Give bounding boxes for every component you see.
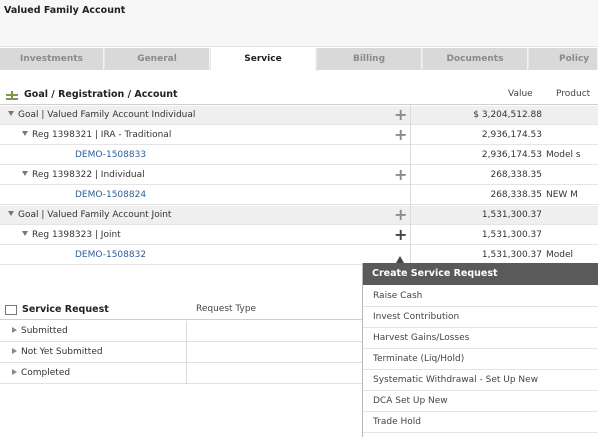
group-label: Completed (12, 368, 70, 378)
menu-item-dca-set-up[interactable]: DCA Set Up New (363, 391, 598, 412)
tab-investments[interactable]: Investments (0, 48, 104, 70)
window-title: Valued Family Account (4, 5, 126, 16)
expand-arrow-icon[interactable] (12, 327, 17, 333)
row-value: 1,531,300.37 (481, 250, 542, 260)
menu-item-raise-cash[interactable]: Raise Cash (363, 286, 598, 307)
value-column-header[interactable]: Value (508, 89, 533, 99)
service-request-group[interactable]: Completed (0, 363, 362, 384)
service-request-title: Service Request (22, 304, 109, 315)
account-row[interactable]: DEMO-1508833 2,936,174.53 Model s (0, 146, 598, 165)
account-link[interactable]: DEMO-1508832 (75, 250, 146, 260)
account-link[interactable]: DEMO-1508824 (75, 190, 146, 200)
row-product: Model (546, 250, 574, 260)
window-titlebar: Valued Family Account (0, 0, 598, 47)
service-request-icon (5, 305, 17, 315)
hierarchy-icon (6, 91, 18, 100)
add-plus-icon[interactable]: + (394, 227, 407, 243)
expand-triangle-icon[interactable] (22, 231, 28, 236)
expand-triangle-icon[interactable] (22, 131, 28, 136)
goal-row-label: Goal | Valued Family Account Individual (8, 110, 195, 120)
account-row[interactable]: DEMO-1508824 268,338.35 NEW M (0, 186, 598, 205)
service-request-group[interactable]: Not Yet Submitted (0, 342, 362, 363)
row-value: 2,936,174.53 (481, 150, 542, 160)
create-service-request-menu: Create Service Request Raise Cash Invest… (362, 256, 598, 437)
expand-arrow-icon[interactable] (12, 348, 17, 354)
service-request-group[interactable]: Submitted (0, 321, 362, 342)
column-divider (410, 105, 411, 270)
registration-row[interactable]: Reg 1398321 | IRA - Traditional + 2,936,… (0, 126, 598, 145)
tab-service[interactable]: Service (211, 48, 316, 71)
tab-general[interactable]: General (105, 48, 210, 70)
row-value: 268,338.35 (490, 170, 542, 180)
add-plus-icon[interactable]: + (394, 167, 407, 183)
menu-item-trade-hold[interactable]: Trade Hold (363, 412, 598, 433)
row-value: 1,531,300.37 (481, 230, 542, 240)
goal-row-label: Goal | Valued Family Account Joint (8, 210, 171, 220)
tab-bar: Investments General Service Billing Docu… (0, 48, 598, 71)
product-column-header[interactable]: Product (556, 89, 590, 99)
menu-item-invest-contribution[interactable]: Invest Contribution (363, 307, 598, 328)
popup-pointer (396, 256, 404, 263)
registration-row-label: Reg 1398321 | IRA - Traditional (22, 130, 171, 140)
column-divider (186, 321, 187, 384)
menu-item-harvest-gains-losses[interactable]: Harvest Gains/Losses (363, 328, 598, 349)
expand-triangle-icon[interactable] (8, 211, 14, 216)
expand-arrow-icon[interactable] (12, 369, 17, 375)
registration-row[interactable]: Reg 1398322 | Individual + 268,338.35 (0, 166, 598, 185)
goal-table-title: Goal / Registration / Account (24, 89, 178, 100)
goal-table-header: Goal / Registration / Account Value Prod… (0, 83, 598, 105)
account-link[interactable]: DEMO-1508833 (75, 150, 146, 160)
tab-documents[interactable]: Documents (423, 48, 528, 70)
registration-row[interactable]: Reg 1398323 | Joint + 1,531,300.37 (0, 226, 598, 245)
group-label: Submitted (12, 326, 68, 336)
row-value: 2,936,174.53 (481, 130, 542, 140)
expand-triangle-icon[interactable] (22, 171, 28, 176)
row-product: NEW M (546, 190, 578, 200)
expand-triangle-icon[interactable] (8, 111, 14, 116)
registration-row-label: Reg 1398323 | Joint (22, 230, 121, 240)
registration-row-label: Reg 1398322 | Individual (22, 170, 145, 180)
group-label: Not Yet Submitted (12, 347, 103, 357)
menu-item-systematic-withdrawal[interactable]: Systematic Withdrawal - Set Up New (363, 370, 598, 391)
menu-item-terminate[interactable]: Terminate (Liq/Hold) (363, 349, 598, 370)
add-plus-icon[interactable]: + (394, 127, 407, 143)
request-type-column-header[interactable]: Request Type (196, 304, 256, 314)
row-product: Model s (546, 150, 581, 160)
goal-row[interactable]: Goal | Valued Family Account Individual … (0, 106, 598, 125)
tab-policy[interactable]: Policy (529, 48, 598, 70)
add-plus-icon[interactable]: + (394, 207, 407, 223)
goal-row[interactable]: Goal | Valued Family Account Joint + 1,5… (0, 206, 598, 225)
row-value: $ 3,204,512.88 (473, 110, 542, 120)
tab-billing[interactable]: Billing (317, 48, 422, 70)
menu-title: Create Service Request (363, 263, 598, 285)
row-value: 268,338.35 (490, 190, 542, 200)
row-value: 1,531,300.37 (481, 210, 542, 220)
add-plus-icon[interactable]: + (394, 107, 407, 123)
